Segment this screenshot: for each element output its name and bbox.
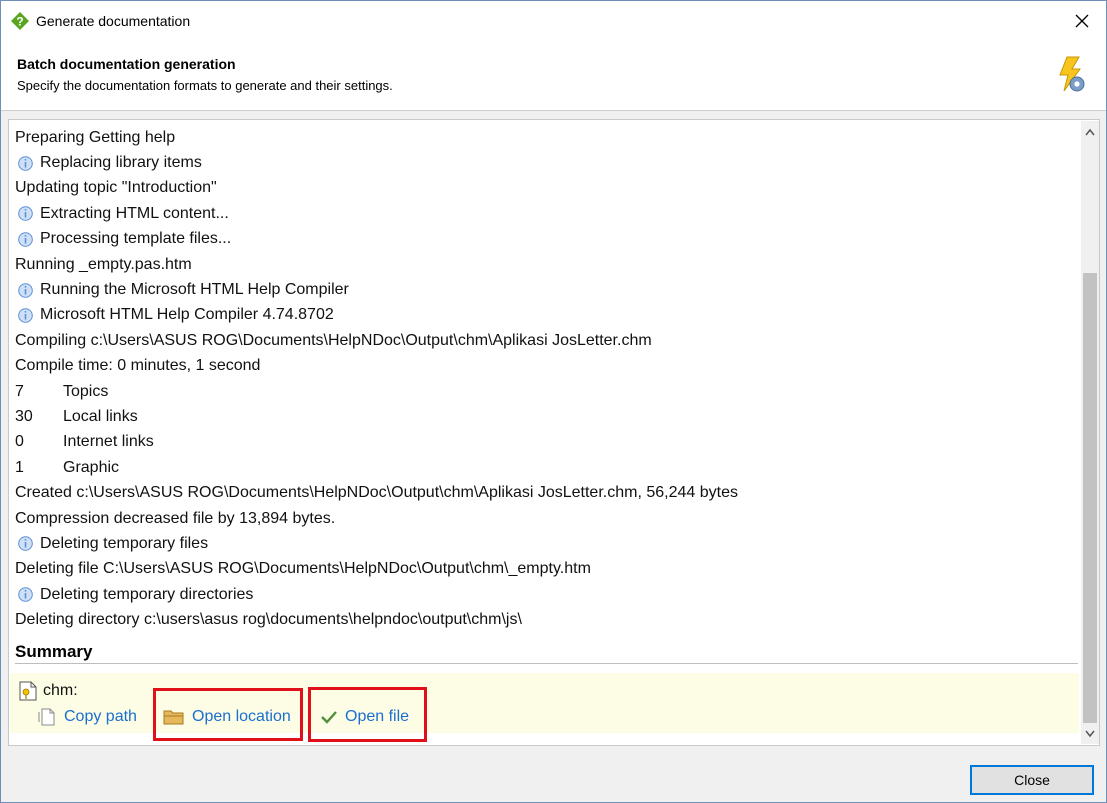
info-icon	[18, 231, 33, 247]
log-line: Running _empty.pas.htm	[15, 252, 1075, 277]
scroll-up-button[interactable]	[1081, 123, 1099, 141]
log-line: 0 Internet links	[15, 430, 1075, 455]
log-line: Extracting HTML content...	[15, 201, 1075, 226]
info-icon	[18, 282, 33, 298]
vertical-scrollbar[interactable]	[1081, 121, 1099, 744]
log-text: Microsoft HTML Help Compiler 4.74.8702	[40, 306, 334, 324]
log-line: Microsoft HTML Help Compiler 4.74.8702	[15, 303, 1075, 328]
log-line: Compression decreased file by 13,894 byt…	[15, 506, 1075, 531]
header-subtitle: Specify the documentation formats to gen…	[17, 78, 393, 93]
chevron-down-icon	[1085, 730, 1095, 738]
close-button[interactable]: Close	[970, 765, 1094, 795]
log-text: Preparing Getting help	[15, 128, 176, 146]
window-title: Generate documentation	[36, 13, 191, 29]
log-text: Compiling c:\Users\ASUS ROG\Documents\He…	[15, 331, 652, 349]
log-line: Deleting temporary files	[15, 531, 1075, 556]
log-line: Deleting temporary directories	[15, 582, 1075, 607]
info-icon	[18, 308, 33, 323]
log-text: Deleting temporary directories	[40, 585, 254, 603]
log-text: Created c:\Users\ASUS ROG\Documents\Help…	[15, 484, 738, 502]
highlight-open-file	[308, 687, 427, 742]
log-text: Compression decreased file by 13,894 byt…	[15, 509, 336, 527]
log-line: Compiling c:\Users\ASUS ROG\Documents\He…	[15, 328, 1075, 353]
help-app-icon: ?	[11, 12, 29, 30]
dialog-header: Batch documentation generation Specify t…	[1, 41, 1106, 111]
header-title: Batch documentation generation	[17, 56, 236, 72]
summary-divider	[15, 663, 1078, 664]
log-text: Updating topic "Introduction"	[15, 179, 217, 197]
info-icon	[18, 155, 33, 171]
log-text: Deleting directory c:\users\asus rog\doc…	[15, 611, 522, 629]
lightning-gear-icon	[1059, 56, 1085, 92]
log-text: Compile time: 0 minutes, 1 second	[15, 357, 261, 375]
log-line: 1 Graphic	[15, 455, 1075, 480]
copy-icon	[38, 708, 55, 726]
log-lines: Preparing Getting help Replacing library …	[15, 125, 1075, 633]
log-line: Deleting directory c:\users\asus rog\doc…	[15, 607, 1075, 632]
log-line: 30 Local links	[15, 404, 1075, 429]
log-text: Running the Microsoft HTML Help Compiler	[40, 281, 349, 299]
log-count: 7	[15, 382, 24, 400]
log-count: 30	[15, 407, 33, 425]
copy-path-label: Copy path	[64, 708, 137, 725]
window-close-button[interactable]	[1059, 1, 1105, 41]
chevron-up-icon	[1085, 128, 1095, 136]
log-text: Graphic	[63, 458, 120, 476]
info-icon	[18, 587, 33, 603]
log-text: Topics	[63, 382, 109, 400]
close-icon	[1075, 14, 1089, 28]
log-line: Preparing Getting help	[15, 125, 1075, 150]
log-text: Deleting temporary files	[40, 534, 209, 552]
info-icon	[18, 206, 33, 222]
log-line: Compile time: 0 minutes, 1 second	[15, 354, 1075, 379]
summary-format-label: chm:	[43, 682, 78, 699]
log-text: Running _empty.pas.htm	[15, 255, 192, 273]
log-text: Deleting file C:\Users\ASUS ROG\Document…	[15, 560, 591, 578]
log-line: Running the Microsoft HTML Help Compiler	[15, 277, 1075, 302]
log-line: Created c:\Users\ASUS ROG\Documents\Help…	[15, 480, 1075, 505]
log-line: Replacing library items	[15, 150, 1075, 175]
dialog-window: ? Generate documentation Batch documenta…	[0, 0, 1107, 803]
copy-path-link[interactable]: Copy path	[37, 705, 137, 729]
log-line: Processing template files...	[15, 227, 1075, 252]
log-text: Local links	[63, 407, 138, 425]
log-text: Replacing library items	[40, 154, 202, 172]
summary-heading: Summary	[15, 642, 93, 661]
chm-file-icon	[19, 681, 37, 701]
scroll-down-button[interactable]	[1081, 725, 1099, 743]
log-line: 7 Topics	[15, 379, 1075, 404]
log-line: Deleting file C:\Users\ASUS ROG\Document…	[15, 557, 1075, 582]
title-bar: ? Generate documentation	[1, 1, 1106, 41]
log-text: Processing template files...	[40, 230, 232, 248]
highlight-open-location	[153, 688, 303, 741]
info-icon	[18, 536, 33, 552]
log-line: Updating topic "Introduction"	[15, 176, 1075, 201]
log-count: 1	[15, 458, 24, 476]
log-count: 0	[15, 433, 24, 451]
svg-text:?: ?	[16, 15, 23, 29]
log-text: Extracting HTML content...	[40, 204, 229, 222]
log-pane[interactable]: Preparing Getting help Replacing library …	[8, 119, 1100, 746]
log-text: Internet links	[63, 433, 154, 451]
scrollbar-thumb[interactable]	[1083, 273, 1097, 723]
